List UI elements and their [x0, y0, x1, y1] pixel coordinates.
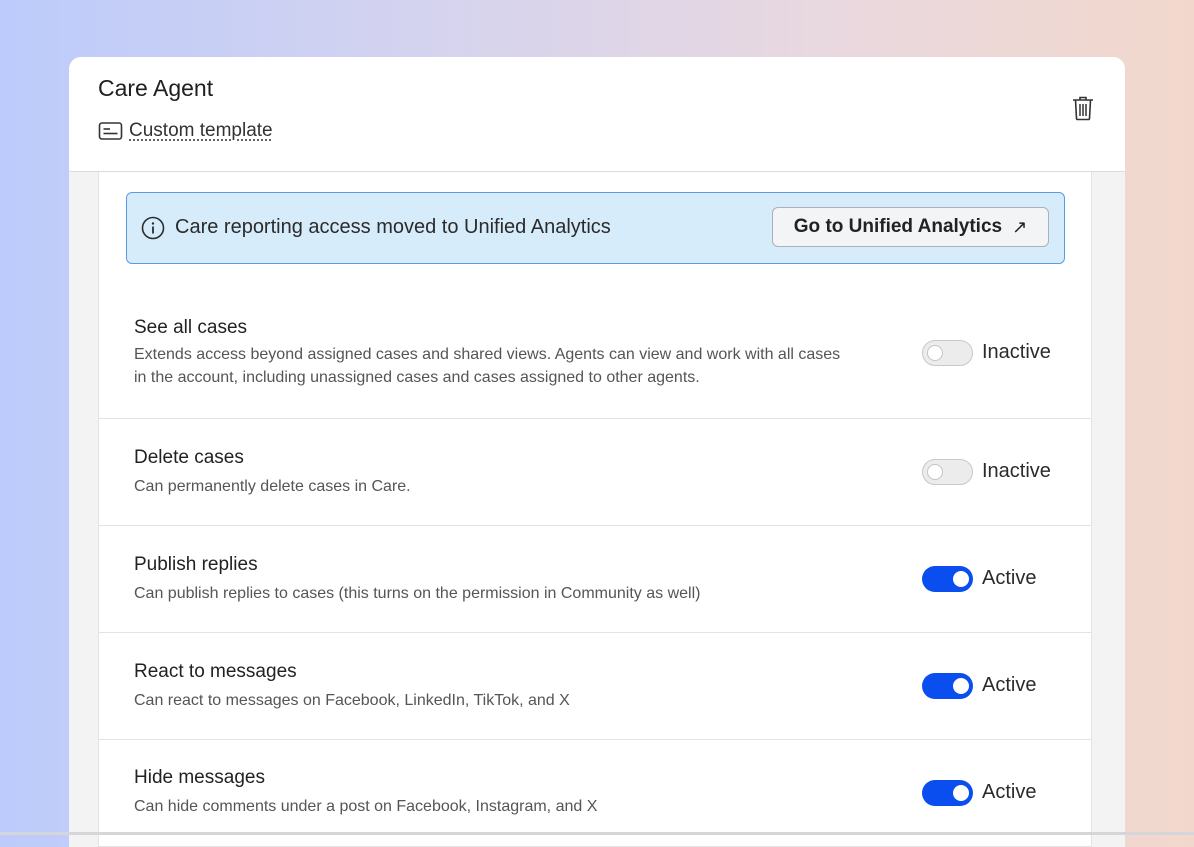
- toggle-knob: [953, 785, 969, 801]
- toggle-status: Inactive: [982, 341, 1051, 364]
- toggle-knob: [953, 571, 969, 587]
- button-label: Go to Unified Analytics: [794, 216, 1002, 238]
- toggle-see-all-cases[interactable]: [922, 340, 973, 366]
- permissions-panel: Care reporting access moved to Unified A…: [98, 172, 1092, 847]
- toggle-status: Active: [982, 674, 1036, 697]
- go-to-unified-analytics-button[interactable]: Go to Unified Analytics ↗: [772, 207, 1049, 247]
- toggle-react-to-messages[interactable]: [922, 673, 973, 699]
- toggle-status: Active: [982, 567, 1036, 590]
- permission-title: Publish replies: [134, 554, 258, 576]
- permission-row-react-to-messages: React to messages Can react to messages …: [99, 633, 1091, 740]
- custom-template-link[interactable]: Custom template: [129, 120, 273, 142]
- toggle-knob: [953, 678, 969, 694]
- permission-description: Can hide comments under a post on Facebo…: [134, 795, 854, 818]
- permission-description: Can publish replies to cases (this turns…: [134, 582, 854, 605]
- permission-row-see-all-cases: See all cases Extends access beyond assi…: [99, 282, 1091, 419]
- role-title: Care Agent: [98, 75, 213, 102]
- role-card: Care Agent Custom template Care reportin…: [69, 57, 1125, 847]
- permission-title: Hide messages: [134, 767, 265, 789]
- permission-row-publish-replies: Publish replies Can publish replies to c…: [99, 526, 1091, 633]
- analytics-banner: Care reporting access moved to Unified A…: [126, 192, 1065, 264]
- external-arrow-icon: ↗: [1012, 217, 1027, 238]
- permission-description: Extends access beyond assigned cases and…: [134, 343, 854, 389]
- toggle-status: Active: [982, 781, 1036, 804]
- banner-message: Care reporting access moved to Unified A…: [175, 216, 611, 239]
- toggle-hide-messages[interactable]: [922, 780, 973, 806]
- template-card-icon: [98, 121, 123, 141]
- template-indicator: Custom template: [98, 120, 273, 142]
- toggle-status: Inactive: [982, 460, 1051, 483]
- permission-row-hide-messages: Hide messages Can hide comments under a …: [99, 740, 1091, 847]
- permission-title: React to messages: [134, 661, 297, 683]
- trash-icon[interactable]: [1072, 95, 1094, 121]
- toggle-publish-replies[interactable]: [922, 566, 973, 592]
- permission-row-delete-cases: Delete cases Can permanently delete case…: [99, 419, 1091, 526]
- permission-title: Delete cases: [134, 447, 244, 469]
- permission-description: Can permanently delete cases in Care.: [134, 475, 854, 498]
- toggle-delete-cases[interactable]: [922, 459, 973, 485]
- toggle-knob: [927, 464, 943, 480]
- card-header: Care Agent Custom template: [69, 57, 1125, 172]
- toggle-knob: [927, 345, 943, 361]
- permission-title: See all cases: [134, 317, 247, 339]
- permission-description: Can react to messages on Facebook, Linke…: [134, 689, 854, 712]
- info-circle-icon: [141, 216, 165, 240]
